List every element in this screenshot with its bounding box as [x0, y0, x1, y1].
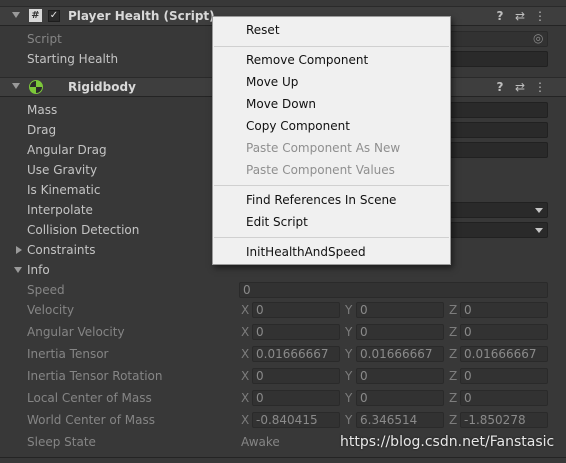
mass-field[interactable]: [450, 102, 548, 118]
rigidbody-help-icon[interactable]: ?: [493, 80, 507, 94]
sleep-state-label: Sleep State: [27, 435, 96, 449]
world-center-of-mass-y-field: 6.346514: [356, 412, 444, 428]
drag-label: Drag: [27, 123, 57, 137]
velocity-y-field: 0: [356, 302, 444, 318]
local-center-of-mass-y-axis-label: Y: [345, 391, 353, 405]
world-center-of-mass-label: World Center of Mass: [27, 413, 155, 427]
info-foldout-arrow[interactable]: [14, 267, 22, 273]
velocity-z-field: 0: [460, 302, 548, 318]
rigidbody-title: Rigidbody: [68, 80, 136, 94]
script-field-label: Script: [27, 32, 62, 46]
angular-drag-label: Angular Drag: [27, 143, 107, 157]
menu-item-paste-component-values: Paste Component Values: [246, 163, 395, 177]
angular-velocity-z-field: 0: [460, 324, 548, 340]
script-foldout-arrow[interactable]: [12, 12, 20, 18]
local-center-of-mass-y-field: 0: [356, 390, 444, 406]
menu-item-move-up[interactable]: Move Up: [246, 75, 298, 89]
script-component-title: Player Health (Script): [68, 9, 215, 23]
angular-velocity-y-field: 0: [356, 324, 444, 340]
menu-item-edit-script[interactable]: Edit Script: [246, 215, 308, 229]
local-center-of-mass-z-axis-label: Z: [449, 391, 458, 405]
angular-velocity-y-axis-label: Y: [345, 325, 353, 339]
local-center-of-mass-x-axis-label: X: [241, 391, 250, 405]
help-icon[interactable]: ?: [493, 9, 507, 23]
local-center-of-mass-z-field: 0: [460, 390, 548, 406]
collision-detection-dropdown[interactable]: [450, 222, 548, 238]
use-gravity-label: Use Gravity: [27, 163, 98, 177]
sleep-state-value: Awake: [241, 435, 280, 449]
object-picker-icon[interactable]: ◎: [533, 31, 543, 45]
inertia-tensor-z-field: 0.01666667: [460, 346, 548, 362]
speed-label: Speed: [27, 283, 65, 297]
inertia-tensor-rotation-x-axis-label: X: [241, 369, 250, 383]
component-context-menu: Reset Remove Component Move Up Move Down…: [212, 16, 451, 265]
inertia-tensor-label: Inertia Tensor: [27, 347, 109, 361]
menu-item-paste-component-as-new: Paste Component As New: [246, 141, 401, 155]
angular-velocity-x-field: 0: [252, 324, 340, 340]
interpolate-label: Interpolate: [27, 203, 93, 217]
menu-item-move-down[interactable]: Move Down: [246, 97, 316, 111]
inertia-tensor-rotation-z-axis-label: Z: [449, 369, 458, 383]
speed-field: 0: [239, 282, 548, 298]
inertia-tensor-x-axis-label: X: [241, 347, 250, 361]
inertia-tensor-y-axis-label: Y: [345, 347, 353, 361]
drag-field[interactable]: [450, 122, 548, 138]
rigidbody-presets-icon[interactable]: ⇄: [513, 80, 527, 94]
inertia-tensor-rotation-y-field: 0: [356, 368, 444, 384]
inertia-tensor-z-axis-label: Z: [449, 347, 458, 361]
script-hash-icon: #: [29, 9, 42, 22]
menu-item-init-health-and-speed[interactable]: InitHealthAndSpeed: [246, 245, 366, 259]
starting-health-label: Starting Health: [27, 52, 119, 66]
local-center-of-mass-x-field: 0: [252, 390, 340, 406]
world-center-of-mass-y-axis-label: Y: [345, 413, 353, 427]
local-center-of-mass-label: Local Center of Mass: [27, 391, 152, 405]
inertia-tensor-rotation-z-field: 0: [460, 368, 548, 384]
world-center-of-mass-x-axis-label: X: [241, 413, 250, 427]
angular-drag-field[interactable]: [450, 142, 548, 158]
interpolate-dropdown[interactable]: [450, 202, 548, 218]
script-enabled-checkbox[interactable]: ✓: [48, 10, 60, 22]
collision-detection-label: Collision Detection: [27, 223, 140, 237]
inertia-tensor-rotation-label: Inertia Tensor Rotation: [27, 369, 163, 383]
starting-health-field[interactable]: [450, 51, 548, 67]
angular-velocity-x-axis-label: X: [241, 325, 250, 339]
angular-velocity-z-axis-label: Z: [449, 325, 458, 339]
rigidbody-foldout-arrow[interactable]: [12, 83, 20, 89]
constraints-foldout-arrow[interactable]: [16, 246, 22, 254]
bottom-divider: [0, 457, 566, 458]
velocity-y-axis-label: Y: [345, 303, 353, 317]
more-options-icon[interactable]: ⋮: [533, 9, 547, 23]
collision-detection-chevron-down-icon: [535, 228, 543, 233]
inertia-tensor-y-field: 0.01666667: [356, 346, 444, 362]
menu-separator: [214, 185, 449, 186]
menu-item-copy-component[interactable]: Copy Component: [246, 119, 350, 133]
velocity-x-field: 0: [252, 302, 340, 318]
world-center-of-mass-z-axis-label: Z: [449, 413, 458, 427]
velocity-x-axis-label: X: [241, 303, 250, 317]
presets-icon[interactable]: ⇄: [513, 9, 527, 23]
menu-separator: [214, 237, 449, 238]
world-center-of-mass-x-field: -0.840415: [252, 412, 340, 428]
rigidbody-component-icon: [29, 80, 43, 94]
world-center-of-mass-z-field: -1.850278: [460, 412, 548, 428]
info-label[interactable]: Info: [27, 263, 50, 277]
interpolate-chevron-down-icon: [535, 208, 543, 213]
inertia-tensor-x-field: 0.01666667: [252, 346, 340, 362]
inertia-tensor-rotation-x-field: 0: [252, 368, 340, 384]
velocity-z-axis-label: Z: [449, 303, 458, 317]
menu-item-reset[interactable]: Reset: [246, 23, 280, 37]
inertia-tensor-rotation-y-axis-label: Y: [345, 369, 353, 383]
constraints-label[interactable]: Constraints: [27, 243, 95, 257]
mass-label: Mass: [27, 103, 58, 117]
menu-item-find-references[interactable]: Find References In Scene: [246, 193, 396, 207]
menu-separator: [214, 46, 449, 47]
angular-velocity-label: Angular Velocity: [27, 325, 125, 339]
is-kinematic-label: Is Kinematic: [27, 183, 101, 197]
menu-item-remove-component[interactable]: Remove Component: [246, 53, 368, 67]
velocity-label: Velocity: [27, 303, 75, 317]
watermark-text: https://blog.csdn.net/Fanstasic: [340, 434, 555, 450]
rigidbody-more-options-icon[interactable]: ⋮: [533, 80, 547, 94]
